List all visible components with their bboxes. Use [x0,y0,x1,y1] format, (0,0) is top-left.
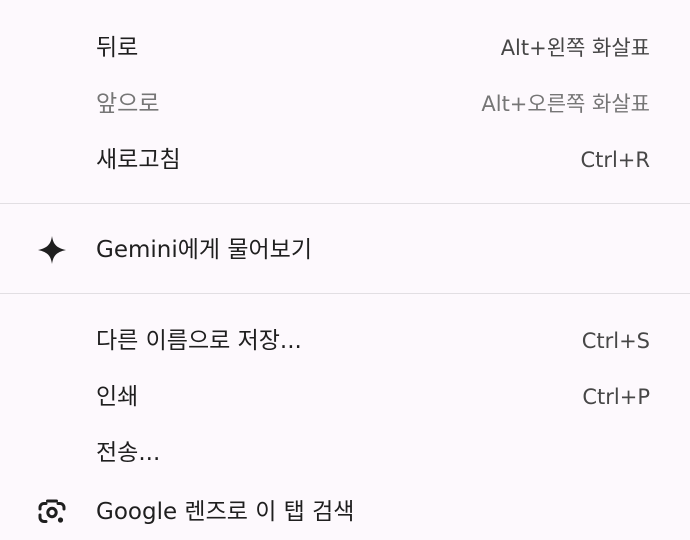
menu-item-save-as-label: 다른 이름으로 저장... [96,328,302,354]
menu-item-print[interactable]: 인쇄 Ctrl+P [0,369,690,425]
menu-item-print-label: 인쇄 [96,384,139,410]
menu-item-forward[interactable]: 앞으로 Alt+오른쪽 화살표 [0,76,690,132]
menu-item-cast[interactable]: 전송... [0,425,690,481]
google-lens-icon [36,496,68,528]
menu-item-forward-label: 앞으로 [96,91,160,117]
menu-separator [0,293,690,294]
menu-item-reload-shortcut: Ctrl+R [580,148,650,172]
menu-item-forward-shortcut: Alt+오른쪽 화살표 [481,92,650,116]
menu-item-save-as[interactable]: 다른 이름으로 저장... Ctrl+S [0,313,690,369]
menu-item-reload-label: 새로고침 [96,147,181,173]
menu-item-ask-gemini-label: Gemini에게 물어보기 [96,237,313,263]
menu-item-print-shortcut: Ctrl+P [582,385,650,409]
context-menu: 뒤로 Alt+왼쪽 화살표 앞으로 Alt+오른쪽 화살표 새로고침 Ctrl+… [0,0,690,540]
menu-item-back[interactable]: 뒤로 Alt+왼쪽 화살표 [0,20,690,76]
menu-item-back-label: 뒤로 [96,35,139,61]
menu-item-save-as-shortcut: Ctrl+S [581,329,650,353]
menu-item-reload[interactable]: 새로고침 Ctrl+R [0,132,690,188]
menu-item-ask-gemini[interactable]: Gemini에게 물어보기 [0,222,690,278]
menu-item-search-with-lens[interactable]: Google 렌즈로 이 탭 검색 [0,484,690,540]
gemini-sparkle-icon [36,234,68,266]
menu-item-cast-label: 전송... [96,440,161,466]
menu-separator [0,203,690,204]
menu-item-search-with-lens-label: Google 렌즈로 이 탭 검색 [96,499,355,525]
menu-item-back-shortcut: Alt+왼쪽 화살표 [500,36,650,60]
